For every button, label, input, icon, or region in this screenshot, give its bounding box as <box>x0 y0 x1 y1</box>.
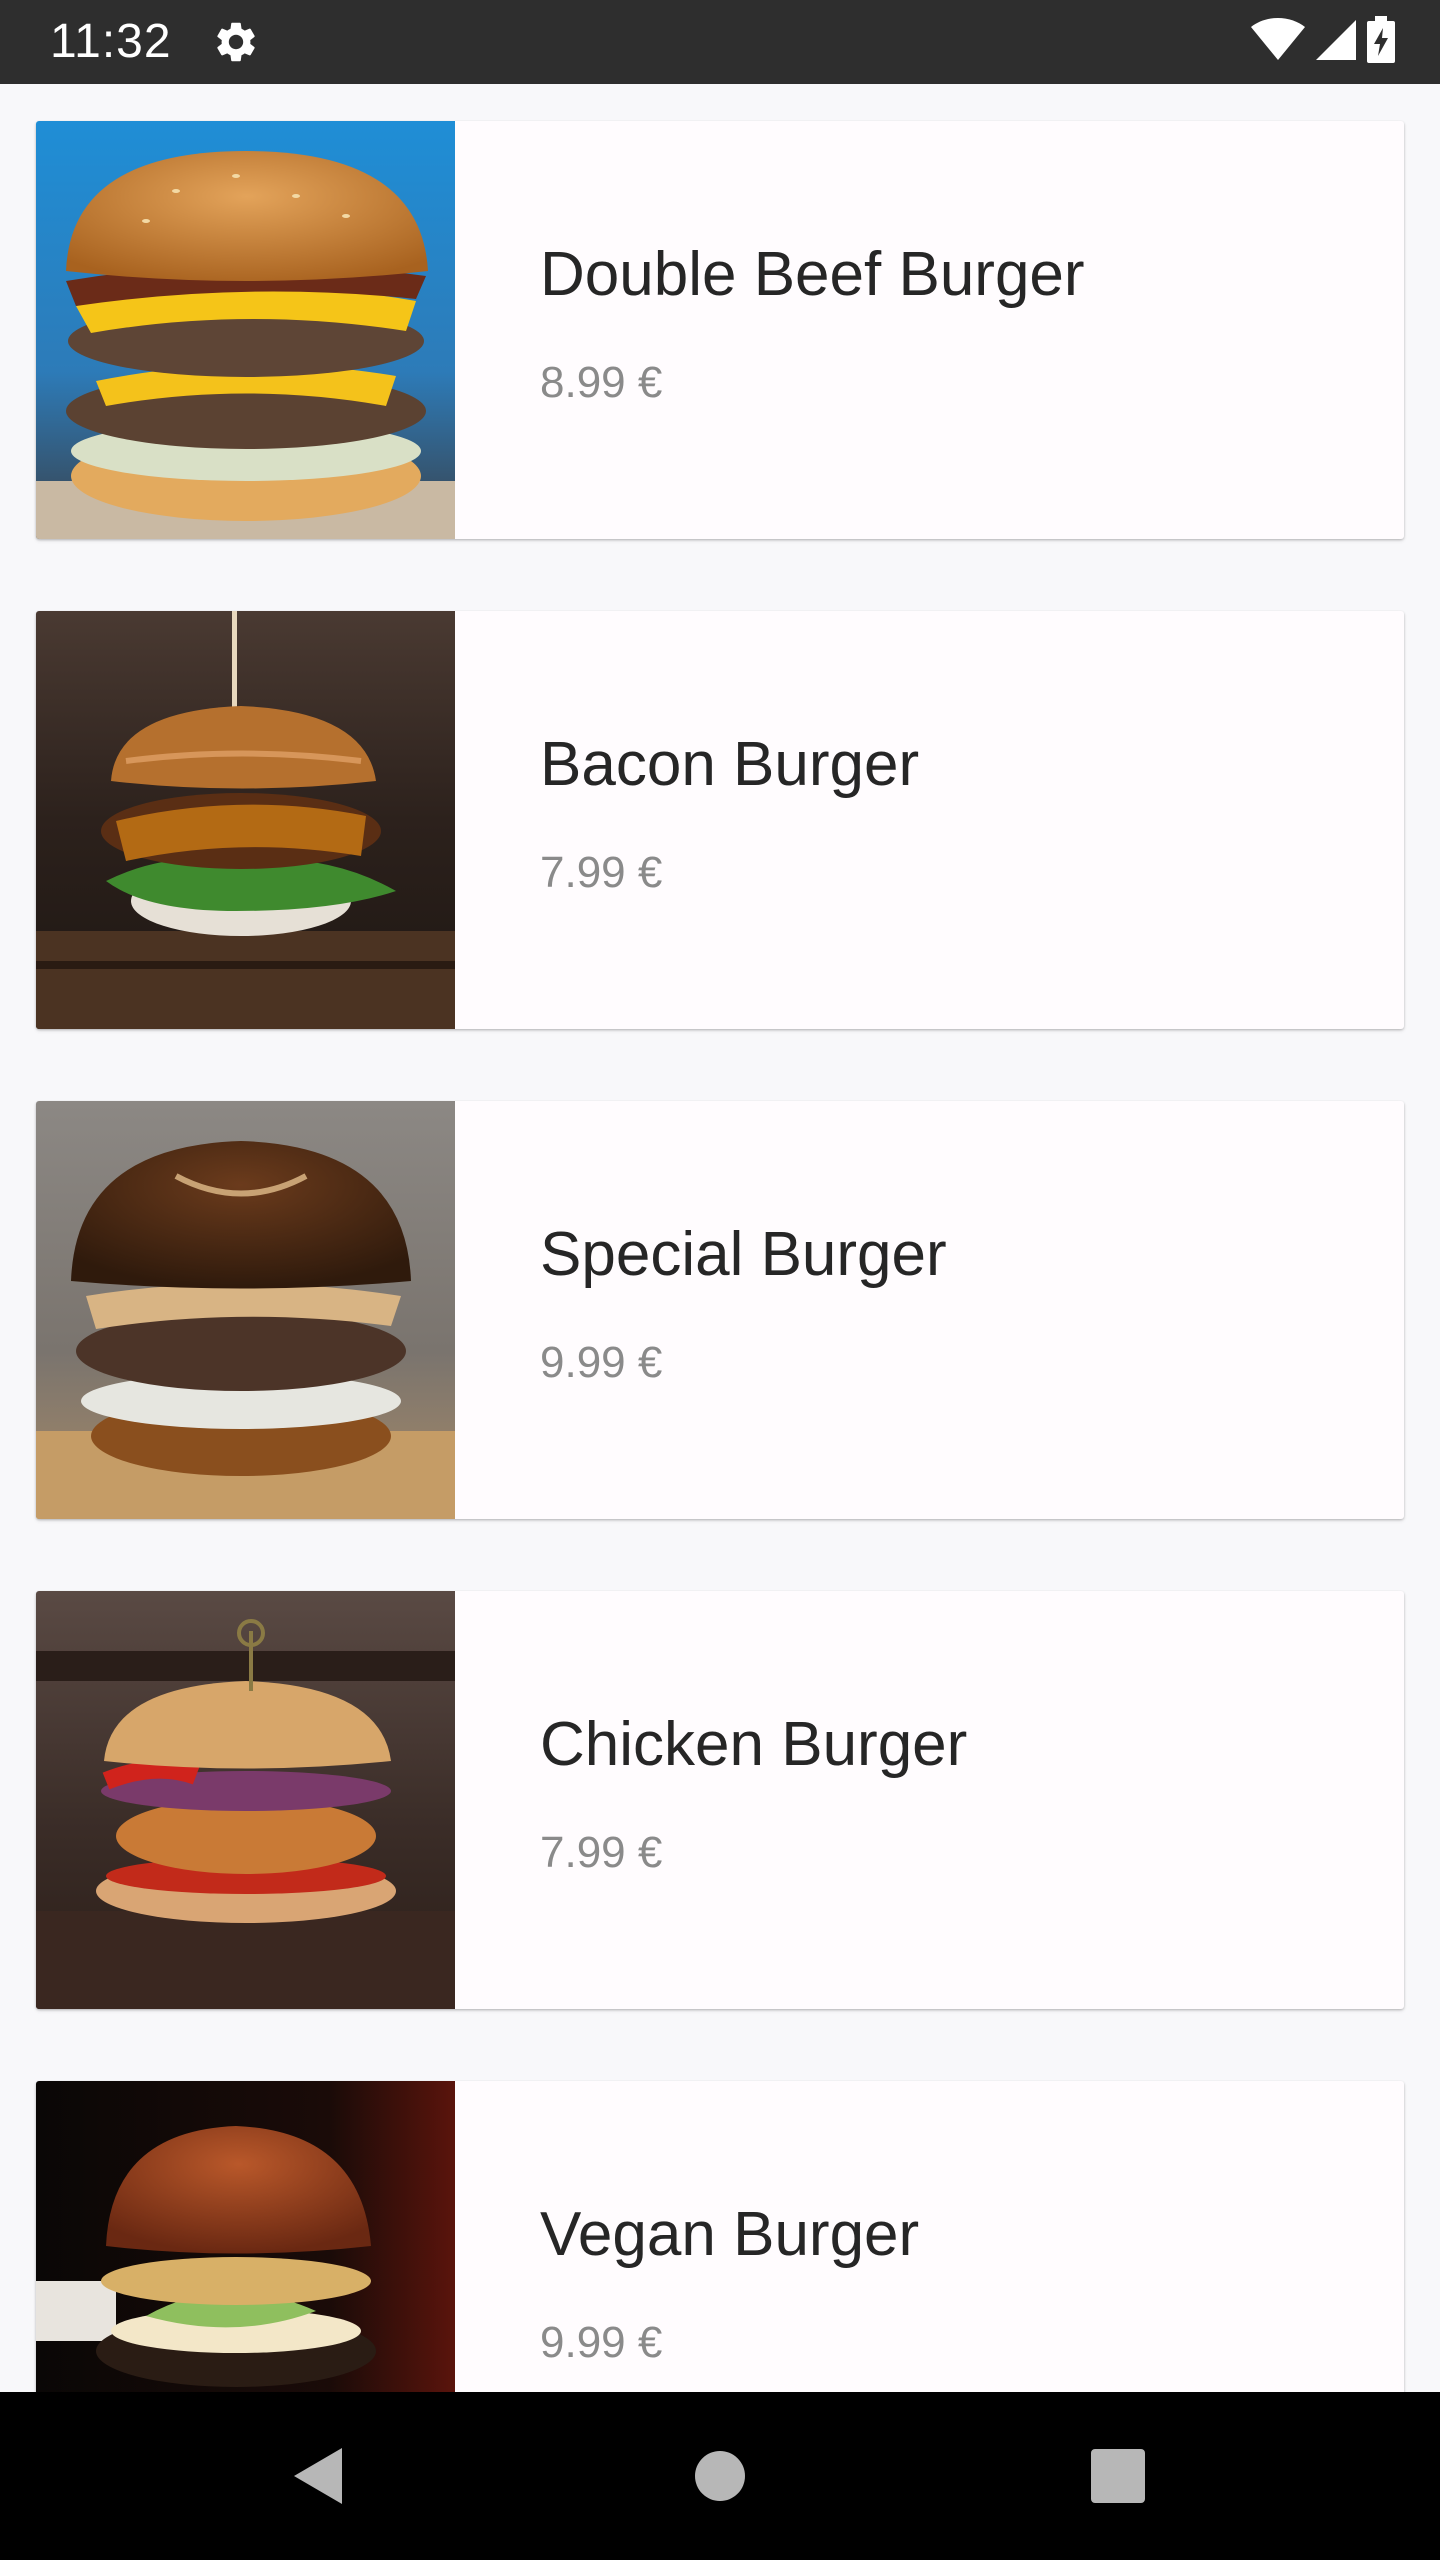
item-price: 7.99 € <box>540 1828 663 1877</box>
status-bar: 11:32 <box>0 0 1440 84</box>
item-name: Double Beef Burger <box>540 240 1085 309</box>
wifi-icon <box>1250 17 1306 67</box>
item-name: Vegan Burger <box>540 2200 920 2269</box>
list-item[interactable]: Special Burger 9.99 € <box>36 1101 1404 1519</box>
double-beef-burger-photo <box>36 121 455 539</box>
battery-charging-icon <box>1366 15 1396 69</box>
menu-list[interactable]: Double Beef Burger 8.99 € Bacon Burger 7… <box>0 84 1440 2392</box>
gear-icon <box>212 18 260 66</box>
vegan-burger-photo <box>36 2081 455 2392</box>
bacon-burger-photo <box>36 611 455 1029</box>
list-item[interactable]: Double Beef Burger 8.99 € <box>36 121 1404 539</box>
item-name: Chicken Burger <box>540 1710 968 1779</box>
item-name: Special Burger <box>540 1220 947 1289</box>
status-indicators <box>1250 15 1396 69</box>
status-time: 11:32 <box>50 15 172 68</box>
cell-signal-icon <box>1314 18 1358 67</box>
item-price: 9.99 € <box>540 1338 663 1387</box>
item-name: Bacon Burger <box>540 730 920 799</box>
recents-icon[interactable] <box>1076 2434 1160 2518</box>
special-burger-photo <box>36 1101 455 1519</box>
chicken-burger-photo <box>36 1591 455 2009</box>
list-item[interactable]: Chicken Burger 7.99 € <box>36 1591 1404 2009</box>
navigation-bar <box>0 2392 1440 2560</box>
home-icon[interactable] <box>678 2434 762 2518</box>
list-item[interactable]: Bacon Burger 7.99 € <box>36 611 1404 1029</box>
item-price: 7.99 € <box>540 848 663 897</box>
list-item[interactable]: Vegan Burger 9.99 € <box>36 2081 1404 2392</box>
back-icon[interactable] <box>276 2434 360 2518</box>
item-price: 9.99 € <box>540 2318 663 2367</box>
item-price: 8.99 € <box>540 358 663 407</box>
